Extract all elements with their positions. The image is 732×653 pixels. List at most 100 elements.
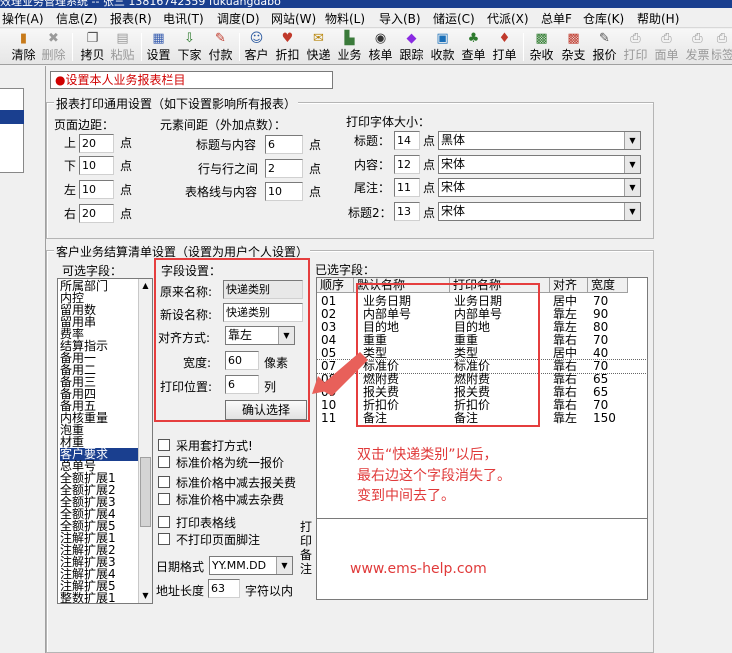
font-footnote-value: 宋体 (441, 180, 466, 194)
title-bar: 效理业务管理系统 -- 张三 13816742359 fukuangdabo (0, 0, 732, 8)
misc-income-button[interactable]: ▩ 杂收 (526, 31, 557, 64)
print-icon: ⎙ (630, 31, 641, 46)
margin-top-label: 上 (64, 136, 77, 150)
font-footnote-select[interactable]: 宋体 ▼ (438, 178, 641, 197)
address-length-unit: 字符以内 (245, 584, 294, 598)
menu-item-master-order[interactable]: 总单F (541, 10, 572, 27)
print-order-button[interactable]: ♦ 打单 (489, 31, 520, 64)
option-no-footer-label: 不打印页面脚注 (176, 533, 261, 547)
margin-right-unit: 点 (120, 207, 133, 221)
margin-top-input[interactable]: 20 (79, 134, 114, 153)
margin-bottom-unit: 点 (120, 159, 133, 173)
scroll-down-icon[interactable]: ▼ (139, 589, 152, 603)
spacing-row-input[interactable]: 2 (265, 159, 303, 178)
margin-right-label: 右 (64, 207, 77, 221)
font-content-value: 宋体 (441, 157, 466, 171)
settings-icon: ▦ (152, 31, 165, 46)
next-party-icon: ⇩ (184, 31, 195, 46)
menu-item-dispatch[interactable]: 调度(D) (217, 10, 260, 27)
margin-left-input[interactable]: 10 (79, 180, 114, 199)
spacing-row-label: 行与行之间 (198, 162, 259, 176)
payment-button[interactable]: ✎ 付款 (205, 31, 236, 64)
print-notes-label: 打印备注 (300, 520, 313, 576)
discount-icon: ♥ (281, 31, 294, 46)
column-header-align[interactable]: 对齐 (550, 278, 588, 293)
annotation-line-3: 变到中间去了。 (357, 488, 455, 504)
annotation-field-settings-box (154, 258, 310, 422)
margin-left-label: 左 (64, 183, 77, 197)
option-no-footer-checkbox[interactable] (158, 533, 170, 545)
tracking-icon: ◆ (406, 31, 417, 46)
address-length-label: 地址长度 (156, 584, 205, 598)
available-fields-list[interactable]: 所属部门 内控 留用数 留用串 费率 结算指示 备用一 备用二 备用三 备用四 备用五 内核重量 泡重材… (57, 278, 153, 604)
spacing-gridline-input[interactable]: 10 (265, 182, 303, 201)
nav-tree[interactable] (0, 88, 24, 173)
invoice-button[interactable]: ⎙ 发票 (682, 31, 713, 64)
misc-income-icon: ▩ (535, 31, 548, 46)
annotation-line-1: 双击“快递类别”以后， (357, 447, 498, 463)
menu-item-import[interactable]: 导入(B) (379, 10, 421, 27)
menu-item-storage[interactable]: 储运(C) (433, 10, 475, 27)
available-fields-scrollbar[interactable]: ▲ ▼ (138, 279, 152, 603)
font-title2-label: 标题2： (348, 206, 392, 220)
date-format-label: 日期格式 (156, 560, 205, 574)
menu-item-report[interactable]: 报表(R) (110, 10, 152, 27)
copy-icon: ❐ (86, 31, 99, 46)
date-format-value: YY.MM.DD (212, 559, 267, 572)
option-minus-customs-checkbox[interactable] (158, 476, 170, 488)
option-unified-price-checkbox[interactable] (158, 456, 170, 468)
font-title2-unit: 点 (423, 206, 436, 220)
spacing-gridline-label: 表格线与内容 (185, 185, 258, 199)
cell-width: 150 (593, 411, 616, 425)
spacing-row-unit: 点 (309, 162, 322, 176)
delete-button[interactable]: ✖ 删除 (38, 31, 69, 64)
option-template-print-checkbox[interactable] (158, 439, 170, 451)
cell-align: 靠左 (553, 411, 578, 425)
receive-payment-icon: ▣ (436, 31, 449, 46)
menu-item-material[interactable]: 物料(L) (325, 10, 365, 27)
quote-icon: ✎ (599, 31, 610, 46)
label-icon: ⎙ (716, 31, 728, 46)
paste-button[interactable]: ▤ 粘贴 (107, 31, 138, 64)
nav-tree-selected-item[interactable] (0, 110, 24, 124)
selected-fields-label: 已选字段： (315, 263, 376, 277)
font-title-select[interactable]: 黑体 ▼ (438, 131, 641, 150)
margin-right-input[interactable]: 20 (79, 204, 114, 223)
font-title-size-input[interactable]: 14 (394, 131, 420, 150)
font-title2-select[interactable]: 宋体 ▼ (438, 202, 641, 221)
menu-item-telecom[interactable]: 电讯(T) (163, 10, 204, 27)
delete-label: 删除 (41, 48, 66, 62)
print-notes-input[interactable] (316, 518, 648, 600)
label-button[interactable]: ⎙ 标签 (712, 31, 732, 64)
date-format-select[interactable]: YY.MM.DD ▼ (209, 556, 293, 575)
column-header-width[interactable]: 宽度 (588, 278, 628, 293)
font-title2-size-input[interactable]: 13 (394, 202, 420, 221)
option-minus-misc-checkbox[interactable] (158, 493, 170, 505)
menu-item-warehouse[interactable]: 仓库(K) (583, 10, 624, 27)
scroll-up-icon[interactable]: ▲ (139, 279, 152, 293)
query-order-icon: ♣ (467, 31, 480, 46)
scroll-thumb[interactable] (140, 457, 151, 527)
menu-item-operate[interactable]: 操作(A) (2, 10, 44, 27)
font-content-size-input[interactable]: 12 (394, 155, 420, 174)
menu-item-delivery[interactable]: 代派(X) (487, 10, 529, 27)
menu-item-info[interactable]: 信息(Z) (56, 10, 98, 27)
font-title-unit: 点 (423, 134, 436, 148)
font-content-select[interactable]: 宋体 ▼ (438, 155, 641, 174)
waybill-icon: ⎙ (661, 31, 672, 46)
margin-bottom-label: 下 (64, 159, 77, 173)
menu-item-website[interactable]: 网站(W) (271, 10, 316, 27)
margin-bottom-input[interactable]: 10 (79, 156, 114, 175)
option-print-gridlines-checkbox[interactable] (158, 516, 170, 528)
column-header-order[interactable]: 顺序 (317, 278, 354, 293)
report-title-field[interactable]: ●设置本人业务报表栏目 (50, 71, 333, 89)
font-footnote-size-input[interactable]: 11 (394, 178, 420, 197)
spacing-gridline-unit: 点 (309, 185, 322, 199)
available-field-item[interactable]: 整数扩展1 (60, 592, 138, 603)
option-unified-price-label: 标准价格为统一报价 (176, 456, 285, 470)
menu-item-help[interactable]: 帮助(H) (637, 10, 679, 27)
address-length-input[interactable]: 63 (208, 579, 240, 598)
spacing-title-content-input[interactable]: 6 (265, 135, 303, 154)
annotation-selected-fields-box (356, 283, 540, 427)
option-minus-misc-label: 标准价格中减去杂费 (176, 493, 285, 507)
